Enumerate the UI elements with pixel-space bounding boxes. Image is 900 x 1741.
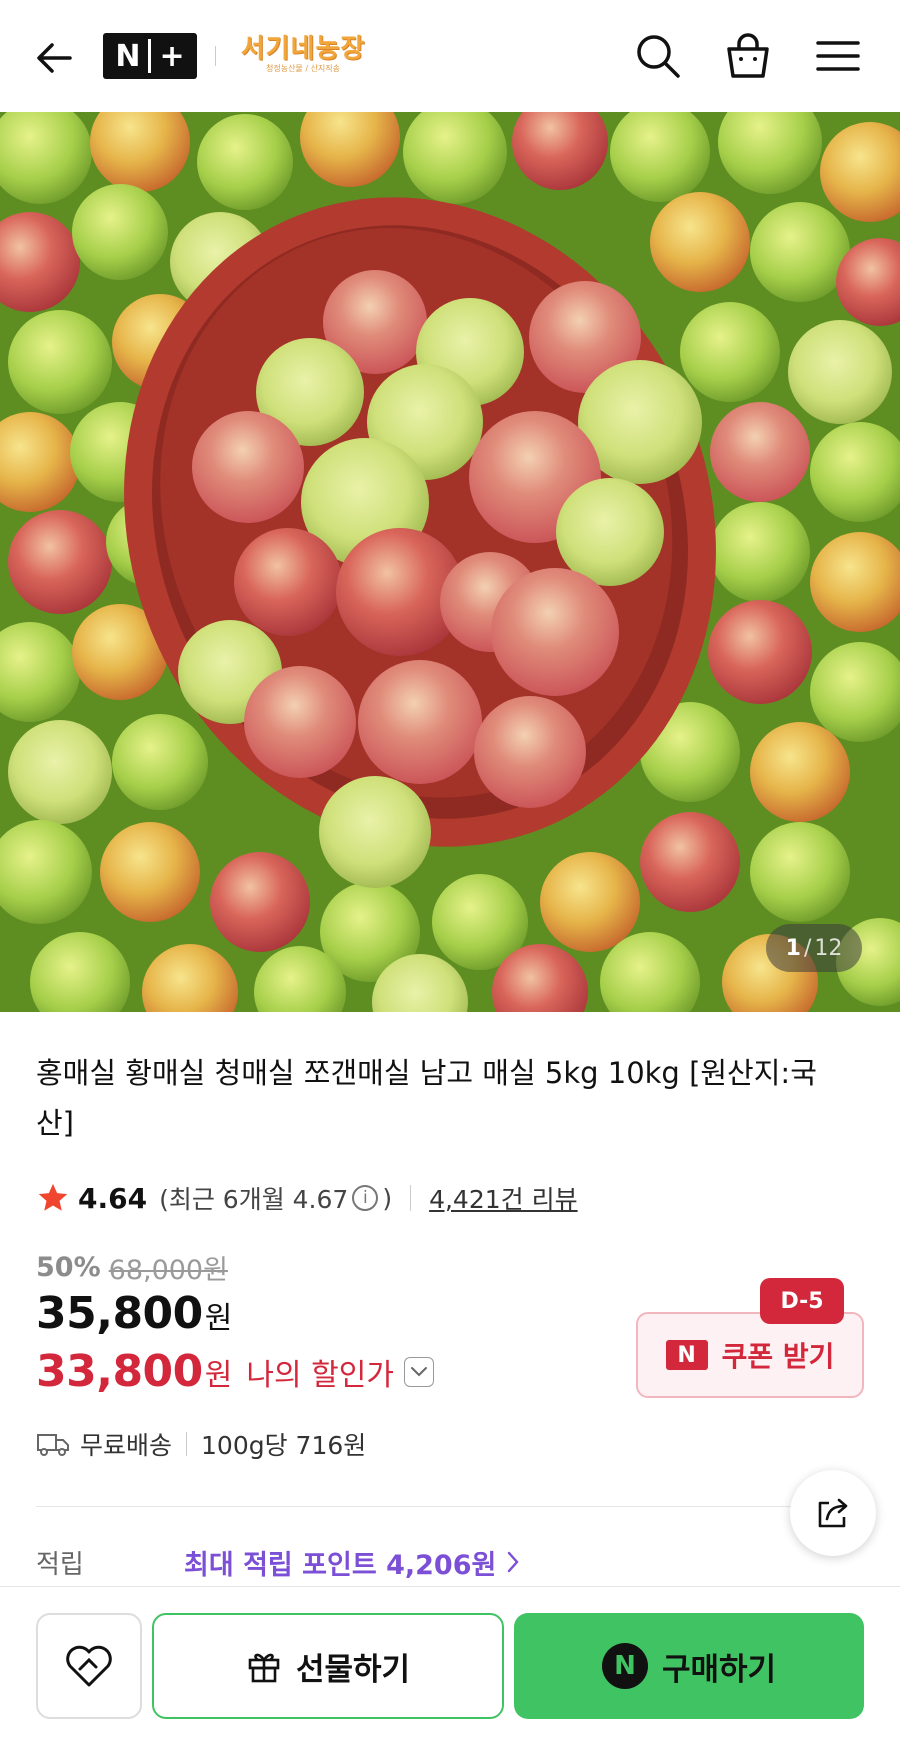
plums-photo — [0, 112, 900, 1012]
rating-value: 4.64 — [78, 1181, 148, 1215]
recent-rating: (최근 6개월 4.67 — [159, 1185, 349, 1214]
points-row[interactable]: 적립 최대 적립 포인트 4,206원 — [36, 1542, 864, 1582]
brand-badge-letter: N — [115, 38, 141, 74]
search-icon[interactable] — [632, 30, 684, 82]
my-price-value: 33,800 — [36, 1346, 203, 1397]
coupon-button[interactable]: N 쿠폰 받기 — [636, 1312, 864, 1398]
image-counter: 1 / 12 — [766, 924, 862, 972]
chevron-down-icon — [410, 1366, 427, 1376]
points-label: 적립 — [36, 1549, 84, 1580]
buy-button-label: 구매하기 — [661, 1651, 777, 1688]
back-arrow-icon[interactable] — [32, 36, 76, 80]
naver-plus-badge[interactable]: N + — [103, 33, 197, 79]
image-counter-total: 12 — [814, 935, 843, 961]
store-logo-subtext: 청정농산물 / 산지직송 — [265, 64, 341, 73]
store-logo-text: 서기네농장 — [240, 34, 366, 64]
shipping-label: 무료배송 — [80, 1431, 173, 1460]
sale-price-unit: 원 — [204, 1301, 233, 1336]
heart-icon — [66, 1645, 112, 1687]
coupon-n-icon: N — [665, 1340, 708, 1370]
original-price: 68,000원 — [108, 1255, 228, 1286]
sale-price-value: 35,800 — [36, 1288, 203, 1339]
product-title: 홍매실 황매실 청매실 쪼갠매실 남고 매실 5kg 10kg [원산지:국산] — [36, 1056, 817, 1140]
my-price-toggle[interactable] — [403, 1356, 434, 1387]
shipping-row: 무료배송 100g당 716원 — [36, 1426, 366, 1462]
points-value[interactable]: 최대 적립 포인트 4,206원 — [184, 1543, 496, 1582]
info-icon[interactable]: i — [352, 1185, 379, 1211]
top-header: N + 서기네농장 청정농산물 / 산지직송 — [0, 0, 900, 112]
discount-rate: 50% — [36, 1252, 101, 1283]
star-icon — [38, 1183, 68, 1211]
rating-divider — [410, 1185, 412, 1211]
rating-row: 4.64 (최근 6개월 4.67 i ) 4,421건 리뷰 — [36, 1178, 578, 1218]
image-counter-current: 1 — [785, 935, 801, 961]
shopping-bag-icon[interactable] — [722, 30, 774, 82]
discount-row: 50% 68,000원 — [36, 1248, 228, 1287]
gift-icon — [248, 1653, 280, 1683]
sale-price: 35,800 원 — [36, 1288, 232, 1339]
gift-button-label: 선물하기 — [295, 1651, 411, 1688]
gift-button[interactable]: 선물하기 — [152, 1613, 504, 1719]
chevron-right-icon — [508, 1551, 519, 1573]
share-icon — [818, 1498, 848, 1528]
hamburger-menu-icon[interactable] — [812, 30, 864, 82]
product-image[interactable]: 1 / 12 — [0, 112, 900, 1012]
naver-pay-icon: N — [601, 1643, 648, 1689]
bottom-action-bar: 선물하기 N 구매하기 — [0, 1586, 900, 1741]
store-logo[interactable]: 서기네농장 청정농산물 / 산지직송 — [238, 34, 368, 78]
wishlist-button[interactable] — [36, 1613, 142, 1719]
my-price-label: 나의 할인가 — [246, 1357, 394, 1393]
header-separator — [215, 46, 216, 66]
coupon-label: 쿠폰 받기 — [721, 1340, 835, 1373]
coupon-dday-badge: D-5 — [760, 1278, 844, 1324]
truck-icon — [37, 1434, 69, 1456]
section-divider — [36, 1506, 864, 1507]
review-count-link[interactable]: 4,421건 리뷰 — [429, 1180, 578, 1216]
buy-button[interactable]: N 구매하기 — [514, 1613, 864, 1719]
unit-price: 100g당 716원 — [201, 1431, 367, 1460]
my-discount-price: 33,800 원 나의 할인가 — [36, 1346, 434, 1397]
my-price-unit: 원 — [204, 1357, 233, 1393]
